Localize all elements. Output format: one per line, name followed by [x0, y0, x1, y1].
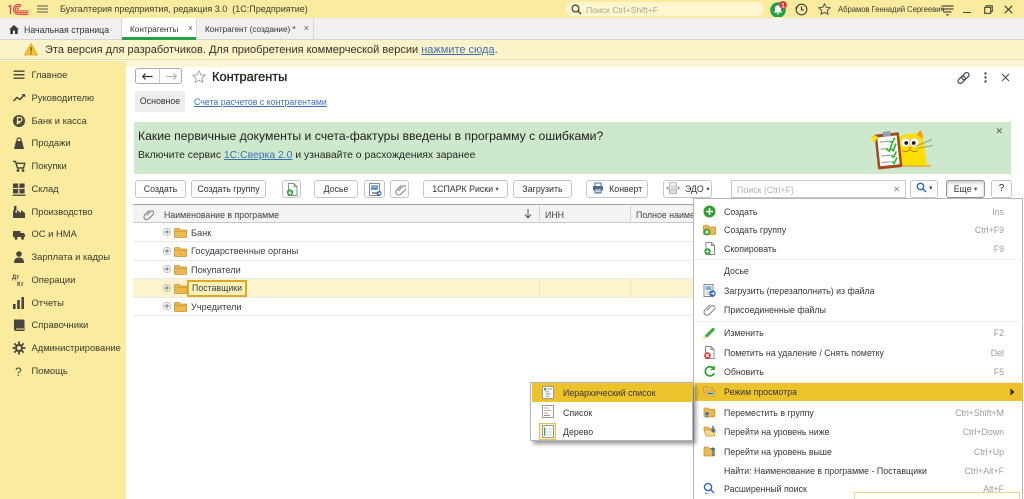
- svg-text:?: ?: [15, 365, 22, 378]
- svg-text:Дт: Дт: [12, 275, 19, 281]
- svg-text:1: 1: [781, 3, 785, 10]
- svg-text:Кт: Кт: [17, 282, 24, 287]
